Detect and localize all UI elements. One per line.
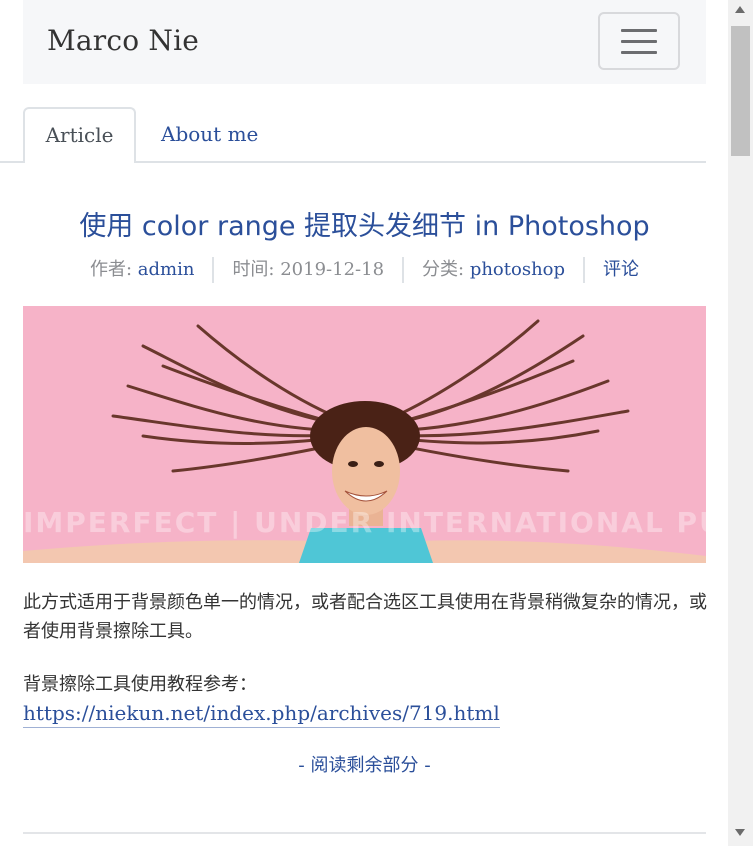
post-paragraph-1: 此方式适用于背景颜色单一的情况，或者配合选区工具使用在背景稍微复杂的情况，或者使… [23,592,707,642]
tab-article[interactable]: Article [23,107,136,163]
navbar-toggle-button[interactable] [598,12,680,70]
meta-date: 时间: 2019-12-18 [212,257,402,283]
meta-comments: 评论 [583,257,657,283]
post-paragraph-2: 背景擦除工具使用教程参考： [23,674,257,695]
image-watermark: IMPERFECT | UNDER INTERNATIONAL PUR [23,506,706,539]
post-date: 2019-12-18 [280,259,385,280]
post-title[interactable]: 使用 color range 提取头发细节 in Photoshop [23,204,706,243]
navbar: Marco Nie [23,0,706,84]
page: Marco Nie Article About me 使用 color rang… [0,0,728,846]
comments-link[interactable]: 评论 [603,259,639,280]
post-divider [23,832,706,834]
vertical-scrollbar[interactable] [728,0,753,846]
scroll-up-icon[interactable] [735,6,745,13]
category-label: 分类: [422,259,470,280]
post-meta: 作者: admin 时间: 2019-12-18 分类: photoshop 评… [23,256,706,284]
meta-category: 分类: photoshop [402,257,583,283]
date-label: 时间: [232,259,281,280]
nav-tabs: Article About me [23,107,706,163]
scrollbar-thumb[interactable] [731,26,750,156]
category-link[interactable]: photoshop [470,259,565,280]
site-brand[interactable]: Marco Nie [47,24,199,57]
tutorial-link[interactable]: https://niekun.net/index.php/archives/71… [23,699,500,728]
hero-photo: IMPERFECT | UNDER INTERNATIONAL PUR [23,306,706,563]
author-link[interactable]: admin [138,259,195,280]
meta-author: 作者: admin [72,257,212,283]
tab-about-me[interactable]: About me [161,107,258,161]
scroll-down-icon[interactable] [735,829,745,836]
author-label: 作者: [89,259,138,280]
read-more-link[interactable]: - 阅读剩余部分 - [23,751,706,777]
